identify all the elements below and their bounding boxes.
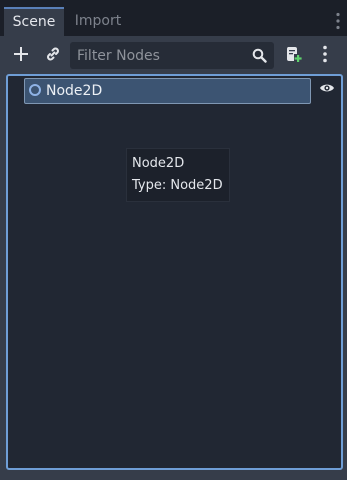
scene-dock: Node2D Node2D Type: Node2D (0, 36, 347, 480)
instantiate-scene-button[interactable] (41, 44, 65, 68)
kebab-menu-icon (322, 45, 328, 67)
dock-tab-bar: Scene Import (0, 0, 347, 36)
tree-node-node2d[interactable]: Node2D (24, 78, 311, 104)
attach-script-icon (284, 45, 302, 67)
tab-scene[interactable]: Scene (4, 7, 64, 36)
filter-nodes-input[interactable] (70, 42, 253, 69)
scene-tree[interactable]: Node2D Node2D Type: Node2D (6, 74, 343, 470)
node-label: Node2D (46, 83, 103, 99)
node-tooltip: Node2D Type: Node2D (126, 148, 230, 202)
link-icon (45, 46, 61, 66)
tab-menu-icon[interactable] (335, 12, 341, 32)
add-node-button[interactable] (9, 44, 33, 68)
tooltip-name: Node2D (132, 156, 185, 171)
plus-icon (13, 46, 29, 66)
scene-toolbar (0, 36, 347, 74)
attach-script-button[interactable] (281, 44, 305, 68)
filter-nodes-field[interactable] (70, 42, 274, 69)
visibility-eye-icon[interactable] (319, 82, 335, 98)
tooltip-type: Type: Node2D (132, 178, 223, 193)
search-icon (252, 48, 267, 67)
tab-import[interactable]: Import (64, 7, 132, 36)
node2d-icon (29, 84, 41, 96)
scene-menu-button[interactable] (313, 44, 337, 68)
